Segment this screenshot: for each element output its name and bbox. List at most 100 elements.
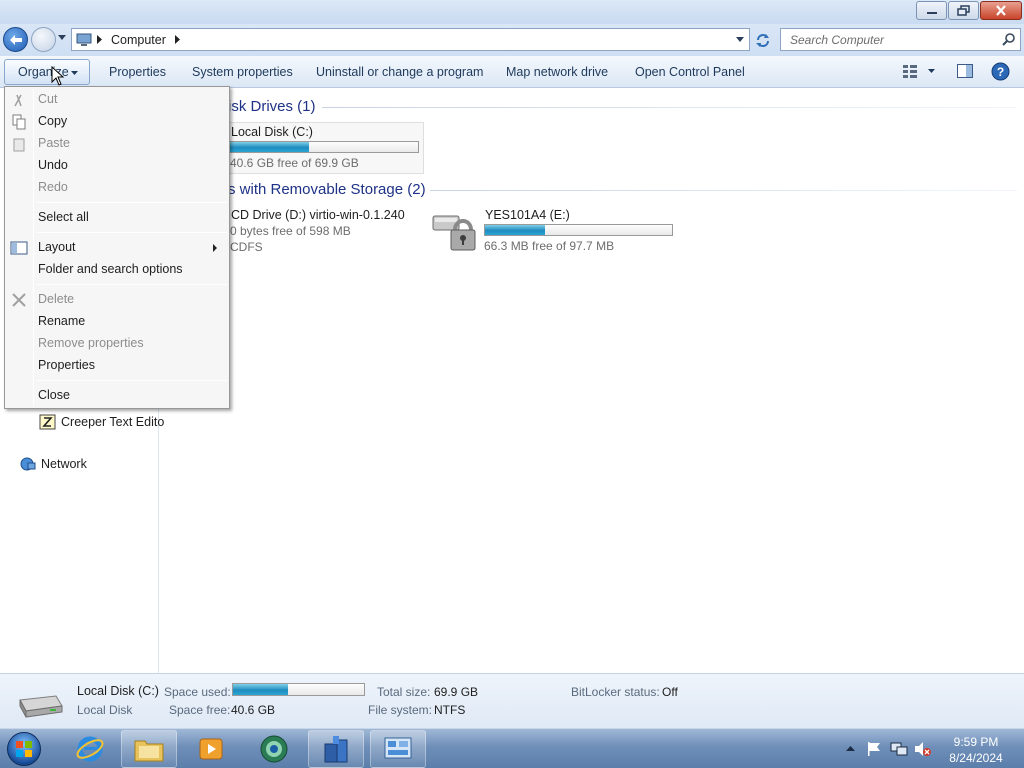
menu-item-copy[interactable]: Copy (38, 114, 67, 128)
drive-name: Local Disk (C:) (231, 125, 313, 139)
menu-item-redo[interactable]: Redo (38, 180, 68, 194)
window-controls (916, 1, 1022, 20)
uninstall-program-button[interactable]: Uninstall or change a program (316, 65, 483, 79)
computer-icon (76, 33, 92, 46)
cut-icon (14, 94, 22, 107)
delete-icon (12, 293, 26, 307)
drive-free-space: 66.3 MB free of 97.7 MB (484, 239, 615, 253)
usb-drive-locked-icon (432, 215, 476, 251)
back-button[interactable] (3, 27, 28, 52)
menu-item-close[interactable]: Close (38, 388, 70, 402)
menu-item-rename[interactable]: Rename (38, 314, 85, 328)
group-header-hard-disk-drives[interactable]: isk Drives (1) (228, 98, 316, 115)
text-editor-icon (39, 414, 56, 430)
taskbar-control-panel[interactable] (370, 730, 426, 768)
globe-icon (260, 735, 288, 763)
address-dropdown-icon[interactable] (736, 37, 745, 43)
paste-icon (13, 138, 25, 152)
menu-item-remove-properties[interactable]: Remove properties (38, 336, 144, 350)
preview-pane-icon[interactable] (956, 62, 974, 80)
show-hidden-icons-icon[interactable] (846, 745, 855, 752)
layout-icon (10, 241, 28, 255)
details-drive-name: Local Disk (C:) (77, 684, 159, 698)
group-divider (430, 190, 1017, 191)
address-bar[interactable]: Computer (71, 28, 750, 51)
properties-button[interactable]: Properties (109, 65, 166, 79)
recent-pages-dropdown-icon[interactable] (58, 35, 67, 41)
nav-item-creeper-text-editor[interactable]: Creeper Text Edito (39, 414, 164, 430)
menu-item-properties[interactable]: Properties (38, 358, 95, 372)
restore-button[interactable] (948, 1, 979, 20)
breadcrumb-computer[interactable]: Computer (111, 33, 166, 47)
space-used-bar (232, 683, 365, 696)
minimize-icon (926, 11, 937, 14)
network-status-icon[interactable] (890, 741, 908, 757)
clock-date: 8/24/2024 (949, 751, 1003, 765)
close-icon (996, 5, 1006, 16)
details-pane: Local Disk (C:) Local Disk Space used: S… (0, 673, 1024, 728)
local-disk-icon (19, 695, 63, 718)
file-system-label: File system: (368, 703, 433, 717)
menu-item-undo[interactable]: Undo (38, 158, 68, 172)
action-center-flag-icon[interactable] (866, 741, 882, 757)
drive-file-system: CDFS (230, 240, 263, 254)
svg-text:?: ? (997, 65, 1004, 79)
menu-separator (37, 232, 227, 233)
menu-item-delete[interactable]: Delete (38, 292, 74, 306)
clock-time: 9:59 PM (953, 735, 999, 749)
view-options-icon[interactable] (902, 62, 938, 80)
internet-explorer-icon (76, 736, 104, 762)
drive-usage-fill (230, 142, 309, 152)
group-header-removable-storage[interactable]: s with Removable Storage (2) (228, 181, 426, 198)
refresh-button[interactable] (752, 30, 774, 50)
help-icon[interactable]: ? (991, 62, 1010, 81)
taskbar-windows-explorer[interactable] (121, 730, 177, 768)
menu-item-layout[interactable]: Layout (38, 240, 76, 254)
space-free-label: Space free: (169, 703, 231, 717)
submenu-arrow-icon (213, 244, 217, 252)
copy-icon (12, 114, 26, 130)
details-drive-type: Local Disk (77, 703, 133, 717)
drive-usage-bar (229, 141, 419, 153)
back-arrow-icon (9, 34, 22, 45)
taskbar: 9:59 PM 8/24/2024 (0, 728, 1024, 768)
start-button[interactable] (2, 730, 46, 768)
drive-free-space: 40.6 GB free of 69.9 GB (230, 156, 359, 170)
menu-item-paste[interactable]: Paste (38, 136, 70, 150)
system-properties-button[interactable]: System properties (192, 65, 293, 79)
taskbar-network-app[interactable] (246, 730, 302, 768)
volume-muted-icon[interactable] (914, 741, 932, 757)
nav-item-label: Creeper Text Edito (61, 415, 165, 429)
close-button[interactable] (980, 1, 1022, 20)
open-control-panel-button[interactable]: Open Control Panel (635, 65, 745, 79)
drive-usage-bar (484, 224, 673, 236)
minimize-button[interactable] (916, 1, 947, 20)
taskbar-internet-explorer[interactable] (62, 730, 118, 768)
total-size-value: 69.9 GB (434, 685, 479, 699)
installer-icon (324, 736, 348, 763)
taskbar-installer[interactable] (308, 730, 364, 768)
taskbar-clock[interactable]: 9:59 PM 8/24/2024 (936, 734, 1016, 766)
breadcrumb-arrow-icon[interactable] (175, 35, 181, 44)
menu-item-cut[interactable]: Cut (38, 92, 57, 106)
menu-gutter (33, 89, 34, 406)
search-placeholder: Search Computer (790, 33, 885, 47)
command-bar: Organize Properties System properties Un… (0, 56, 1024, 88)
restore-icon (957, 5, 970, 16)
file-system-value: NTFS (434, 703, 466, 717)
menu-item-folder-search-options[interactable]: Folder and search options (38, 262, 183, 276)
network-icon (20, 457, 36, 471)
map-network-drive-button[interactable]: Map network drive (506, 65, 608, 79)
windows-logo-icon (7, 732, 41, 766)
nav-item-network[interactable]: Network (19, 456, 87, 472)
forward-button[interactable] (31, 27, 56, 52)
search-box[interactable]: Search Computer (780, 28, 1021, 51)
taskbar-media-player[interactable] (183, 730, 239, 768)
menu-item-select-all[interactable]: Select all (38, 210, 89, 224)
media-player-icon (199, 738, 223, 760)
drive-free-space: 0 bytes free of 598 MB (230, 224, 351, 238)
organize-button[interactable]: Organize (4, 59, 90, 85)
drive-name: CD Drive (D:) virtio-win-0.1.240 (231, 208, 405, 222)
search-icon[interactable] (1002, 33, 1016, 47)
breadcrumb-arrow-icon[interactable] (97, 35, 103, 44)
